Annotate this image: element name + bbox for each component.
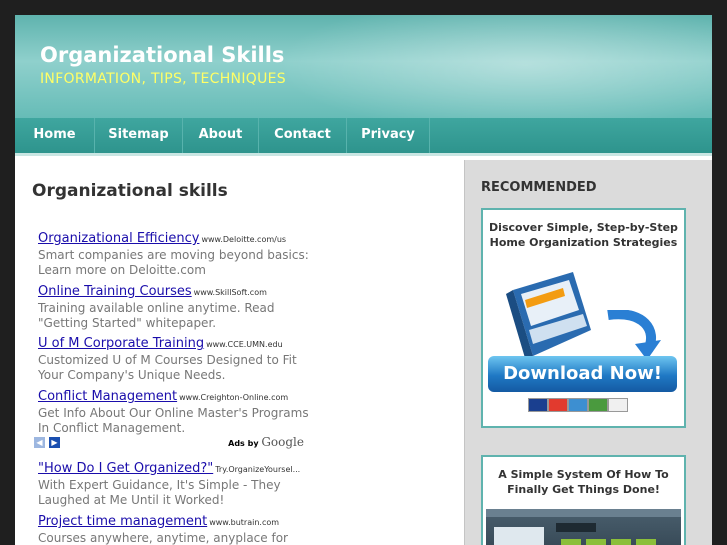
ad-item: Project time management www.butrain.com C… <box>38 510 313 545</box>
main-nav: Home Sitemap About Contact Privacy <box>15 118 712 156</box>
visa-card-icon <box>528 398 548 412</box>
page-title: Organizational skills <box>32 181 228 201</box>
ad-url[interactable]: www.CCE.UMN.edu <box>206 340 283 349</box>
ad-title-link[interactable]: Conflict Management <box>38 389 177 404</box>
ad-description: Smart companies are moving beyond basics… <box>38 248 309 277</box>
ads-by-google[interactable]: Ads by Google <box>228 435 304 449</box>
download-now-button[interactable]: Download Now! <box>488 356 677 392</box>
nav-privacy[interactable]: Privacy <box>347 118 430 153</box>
ad-description: Training available online anytime. Read … <box>38 301 275 330</box>
box-title-line: A Simple System Of How To <box>498 468 669 481</box>
ad-title-link[interactable]: "How Do I Get Organized?" <box>38 461 213 476</box>
nav-home[interactable]: Home <box>15 118 95 153</box>
ad-title-link[interactable]: U of M Corporate Training <box>38 336 204 351</box>
site-tagline: INFORMATION, TIPS, TECHNIQUES <box>40 71 286 87</box>
discover-card-icon <box>588 398 608 412</box>
ads-by-label: Ads by <box>228 439 259 448</box>
software-screenshot <box>486 509 681 545</box>
ad-item: Online Training Courses www.SkillSoft.com… <box>38 280 313 331</box>
ad-item: U of M Corporate Training www.CCE.UMN.edu… <box>38 332 313 383</box>
ad-url[interactable]: Try.OrganizeYoursel... <box>215 465 300 474</box>
recommended-box-get-things-done[interactable]: A Simple System Of How To Finally Get Th… <box>481 455 686 545</box>
page-frame: Organizational Skills INFORMATION, TIPS,… <box>15 15 712 545</box>
ad-url[interactable]: www.Deloitte.com/us <box>201 235 286 244</box>
ad-item: Organizational Efficiency www.Deloitte.co… <box>38 227 313 278</box>
ad-title-link[interactable]: Organizational Efficiency <box>38 231 199 246</box>
box-title-line: Finally Get Things Done! <box>507 483 660 496</box>
ad-title-link[interactable]: Project time management <box>38 514 207 529</box>
nav-contact[interactable]: Contact <box>259 118 347 153</box>
sidebar: RECOMMENDED Discover Simple, Step-by-Ste… <box>464 160 712 545</box>
mastercard-icon <box>548 398 568 412</box>
nav-sitemap[interactable]: Sitemap <box>95 118 183 153</box>
ad-url[interactable]: www.butrain.com <box>209 518 279 527</box>
payment-cards <box>528 398 638 412</box>
amex-card-icon <box>568 398 588 412</box>
ad-url[interactable]: www.Creighton-Online.com <box>179 393 288 402</box>
google-logo: Google <box>261 435 304 449</box>
box-title-line: Home Organization Strategies <box>489 236 678 249</box>
recommended-box-home-organization[interactable]: Discover Simple, Step-by-Step Home Organ… <box>481 208 686 428</box>
ads-navigation-bar: ◀ ▶ Ads by Google <box>34 435 304 451</box>
box-title: A Simple System Of How To Finally Get Th… <box>483 467 684 497</box>
ad-item: Conflict Management www.Creighton-Online.… <box>38 385 313 436</box>
sidebar-heading: RECOMMENDED <box>481 180 597 195</box>
ad-description: Customized U of M Courses Designed to Fi… <box>38 353 297 382</box>
ad-item: "How Do I Get Organized?" Try.OrganizeYou… <box>38 457 313 508</box>
box-title: Discover Simple, Step-by-Step Home Organ… <box>483 220 684 250</box>
ebook-cover-icon <box>506 272 591 358</box>
ad-url[interactable]: www.SkillSoft.com <box>194 288 267 297</box>
curved-arrow-icon <box>607 310 661 360</box>
ad-description: With Expert Guidance, It's Simple - They… <box>38 478 281 507</box>
ad-title-link[interactable]: Online Training Courses <box>38 284 192 299</box>
nav-about[interactable]: About <box>183 118 259 153</box>
ads-next-arrow-icon[interactable]: ▶ <box>49 437 60 448</box>
ad-description: Get Info About Our Online Master's Progr… <box>38 406 309 435</box>
ads-prev-arrow-icon[interactable]: ◀ <box>34 437 45 448</box>
site-header: Organizational Skills INFORMATION, TIPS,… <box>15 15 712 135</box>
jcb-card-icon <box>608 398 628 412</box>
box-title-line: Discover Simple, Step-by-Step <box>489 221 678 234</box>
site-title[interactable]: Organizational Skills <box>40 43 284 67</box>
ad-description: Courses anywhere, anytime, anyplace for … <box>38 531 288 545</box>
main-content: Organizational skills Organizational Eff… <box>15 160 464 545</box>
